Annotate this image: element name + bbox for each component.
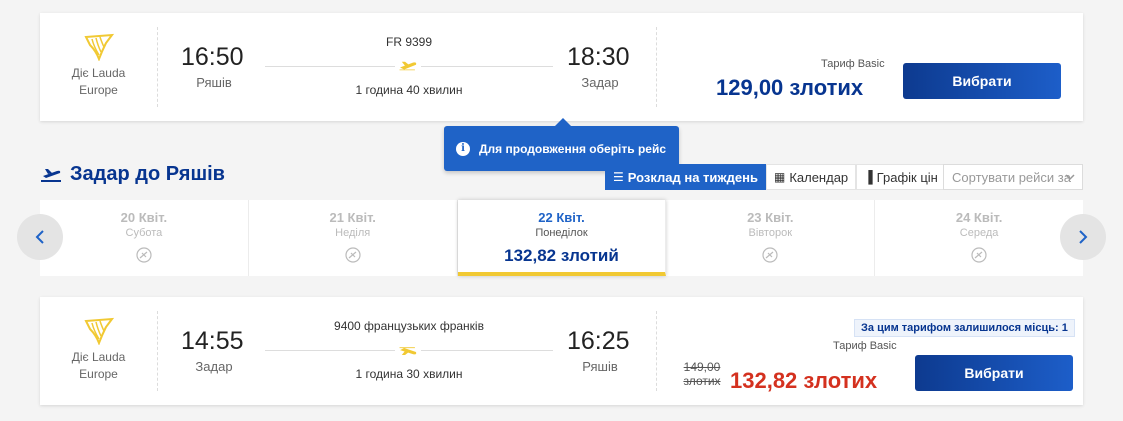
date-price: 132,82 злотий [504, 246, 619, 265]
bar-chart-icon: ▐ [864, 170, 873, 184]
tariff-label: Тариф Basic [821, 58, 885, 70]
seats-left-badge: За цим тарифом залишилося місць: 1 [854, 319, 1075, 337]
departure-city: Ряшів [196, 75, 232, 90]
tariff-label: Тариф Basic [833, 340, 897, 352]
tab-weekly-schedule[interactable]: ☰ Розклад на тиждень [605, 164, 766, 190]
date-item[interactable]: 20 Квіт. Субота [40, 200, 249, 276]
old-price: 149,00 злотих [683, 360, 721, 388]
airline-block: Діє Lauda Europe [40, 27, 158, 107]
date-item-selected[interactable]: 22 Квіт. Понеділок 132,82 злотий [457, 200, 667, 276]
airline-name-line2: Europe [79, 367, 118, 381]
sale-price: 132,82 злотих [730, 368, 878, 393]
arrival-time: 16:25 [567, 327, 630, 355]
chevron-down-icon [1065, 174, 1075, 181]
section-title: Задар до Ряшів [70, 163, 225, 185]
laudamotion-harp-logo-icon [83, 317, 114, 345]
no-flight-icon [971, 247, 987, 263]
prev-dates-button[interactable] [17, 214, 63, 260]
airplane-icon [395, 58, 421, 74]
no-flight-icon [136, 247, 152, 263]
return-section-header: Задар до Ряшів [40, 163, 225, 186]
outbound-flight-card[interactable]: Діє Lauda Europe 16:50 Ряшів FR 9399 1 г… [40, 13, 1083, 121]
list-icon: ☰ [613, 170, 624, 184]
airline-name: Діє Lauda [71, 350, 126, 364]
chevron-left-icon [35, 230, 44, 244]
departure-time: 14:55 [181, 327, 244, 355]
select-flight-button[interactable]: Вибрати [915, 355, 1073, 391]
inbound-flight-card[interactable]: Діє Lauda Europe 14:55 Задар 9400 францу… [40, 297, 1083, 405]
select-flight-button[interactable]: Вибрати [903, 63, 1061, 99]
tab-price-chart[interactable]: ▐ Графік цін [856, 164, 946, 190]
view-tabs: ☰ Розклад на тиждень ▦ Календар ▐ Графік… [605, 164, 946, 190]
flight-number: FR 9399 [385, 35, 433, 49]
chevron-right-icon [1079, 230, 1088, 244]
airline-name: Діє Lauda [71, 66, 126, 80]
date-item[interactable]: 24 Квіт. Середа [875, 200, 1083, 276]
tooltip-text: Для продовження оберіть рейс [479, 141, 667, 156]
date-selector: 20 Квіт. Субота 21 Квіт. Неділя 22 Квіт.… [40, 200, 1083, 276]
departure-plane-icon [41, 168, 61, 182]
airline-block: Діє Lauda Europe [40, 311, 158, 391]
arrival-time: 18:30 [567, 43, 630, 71]
no-flight-icon [345, 247, 361, 263]
flight-duration: 1 година 30 хвилин [355, 367, 463, 381]
tab-calendar[interactable]: ▦ Календар [765, 164, 857, 190]
departure-city: Задар [195, 359, 233, 374]
price: 129,00 злотих [716, 75, 864, 100]
flight-duration: 1 година 40 хвилин [355, 83, 463, 97]
sort-select[interactable]: Сортувати рейси за [943, 164, 1083, 190]
laudamotion-harp-logo-icon [83, 33, 114, 61]
info-icon: i [456, 141, 470, 156]
no-flight-icon [762, 247, 778, 263]
arrival-city: Ряшів [582, 359, 618, 374]
airplane-icon [395, 342, 421, 358]
flight-number: 9400 французьких франків [334, 319, 484, 333]
calendar-icon: ▦ [773, 170, 786, 184]
arrival-city: Задар [581, 75, 619, 90]
departure-time: 16:50 [181, 43, 244, 71]
next-dates-button[interactable] [1060, 214, 1106, 260]
date-item[interactable]: 23 Квіт. Вівторок [666, 200, 876, 276]
airline-name-line2: Europe [79, 83, 118, 97]
date-item[interactable]: 21 Квіт. Неділя [249, 200, 458, 276]
